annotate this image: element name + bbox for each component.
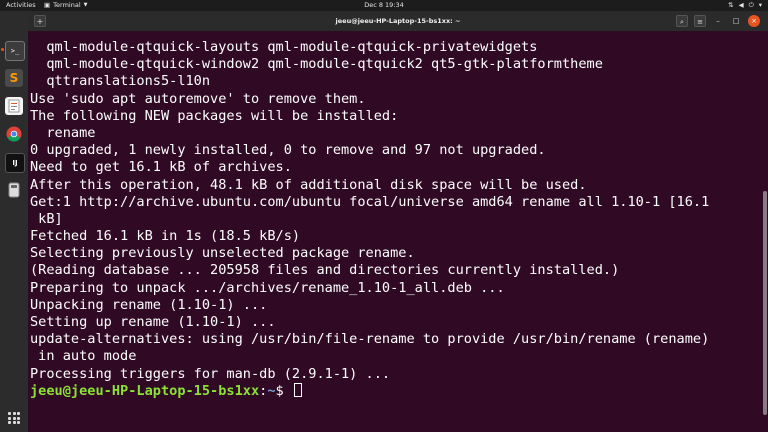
terminal-line: qml-module-qtquick-window2 qml-module-qt… <box>30 56 603 73</box>
terminal-icon[interactable]: >_ <box>5 41 25 61</box>
system-tray[interactable]: ⇅ ◀ ⏻ ▾ <box>728 0 762 11</box>
terminal-line: Fetched 16.1 kB in 1s (18.5 kB/s) <box>30 228 301 245</box>
clock[interactable]: Dec 8 19:34 <box>0 0 768 11</box>
show-applications-icon[interactable] <box>8 412 20 424</box>
text-cursor <box>293 382 302 397</box>
prompt-path: ~ <box>267 382 276 399</box>
terminal-output[interactable]: qml-module-qtquick-layouts qml-module-qt… <box>28 31 768 432</box>
terminal-line: Use 'sudo apt autoremove' to remove them… <box>30 90 366 107</box>
terminal-line: qml-module-qtquick-layouts qml-module-qt… <box>30 39 538 55</box>
terminal-line: Selecting previously unselected package … <box>30 245 415 262</box>
terminal-line: 0 upgraded, 1 newly installed, 0 to remo… <box>30 142 546 159</box>
search-icon[interactable]: ⌕ <box>676 15 688 27</box>
hamburger-menu-icon[interactable]: ≡ <box>694 15 706 27</box>
top-bar: Activities ▣ Terminal ▼ Dec 8 19:34 ⇅ ◀ … <box>0 0 768 11</box>
power-icon: ⏻ <box>748 1 754 9</box>
window-title: jeeu@jeeu-HP-Laptop-15-bs1xx: ~ <box>335 17 461 25</box>
text-editor-icon[interactable] <box>5 97 23 115</box>
terminal-line: Need to get 16.1 kB of archives. <box>30 159 292 176</box>
terminal-line: (Reading database ... 205958 files and d… <box>30 262 620 279</box>
terminal-line: Get:1 http://archive.ubuntu.com/ubuntu f… <box>30 193 710 210</box>
terminal-line: Preparing to unpack .../archives/rename_… <box>30 279 505 296</box>
minimize-button[interactable]: – <box>712 15 724 27</box>
prompt-symbol: $ <box>275 382 292 399</box>
maximize-button[interactable]: □ <box>730 15 742 27</box>
terminal-line: rename <box>30 124 96 141</box>
terminal-window: + jeeu@jeeu-HP-Laptop-15-bs1xx: ~ ⌕ ≡ – … <box>28 11 768 432</box>
dock: >_ S IJ <box>0 11 28 432</box>
sublime-text-icon[interactable]: S <box>5 69 23 87</box>
terminal-line: Unpacking rename (1.10-1) ... <box>30 296 268 313</box>
terminal-text: qml-module-qtquick-layouts qml-module-qt… <box>30 39 709 400</box>
prompt-line: jeeu@jeeu-HP-Laptop-15-bs1xx:~$ <box>30 382 709 400</box>
intellij-icon[interactable]: IJ <box>5 153 25 173</box>
terminal-line: kB] <box>30 210 63 227</box>
usb-drive-icon[interactable] <box>5 181 23 199</box>
terminal-line: The following NEW packages will be insta… <box>30 107 399 124</box>
network-icon: ⇅ <box>728 1 734 9</box>
scrollbar[interactable] <box>763 191 767 415</box>
terminal-line: Processing triggers for man-db (2.9.1-1)… <box>30 365 391 382</box>
terminal-line: update-alternatives: using /usr/bin/file… <box>30 331 710 348</box>
chevron-down-icon: ▾ <box>758 1 762 9</box>
title-bar: + jeeu@jeeu-HP-Laptop-15-bs1xx: ~ ⌕ ≡ – … <box>28 11 768 31</box>
prompt-user: jeeu@jeeu-HP-Laptop-15-bs1xx <box>30 382 260 399</box>
chrome-icon[interactable] <box>5 125 23 143</box>
volume-icon: ◀ <box>738 1 744 9</box>
terminal-line: Setting up rename (1.10-1) ... <box>30 314 276 330</box>
active-indicator <box>1 48 4 51</box>
close-button[interactable]: × <box>748 15 760 27</box>
terminal-line: in auto mode <box>30 348 137 365</box>
terminal-line: After this operation, 48.1 kB of additio… <box>30 176 587 193</box>
terminal-line: qttranslations5-l10n <box>30 73 211 90</box>
